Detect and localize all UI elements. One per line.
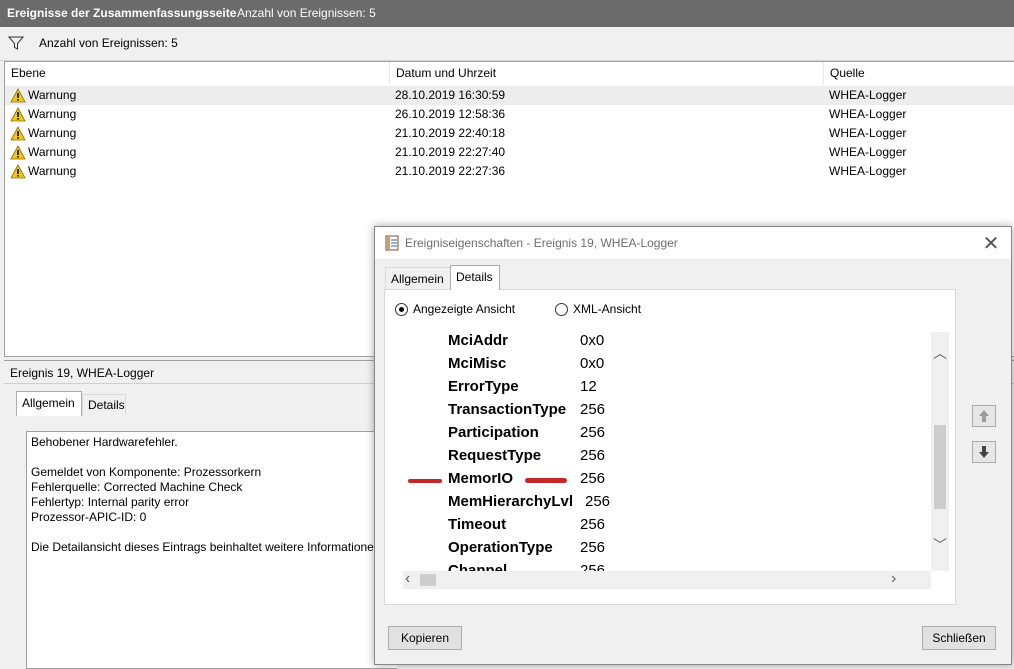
- row-level: Warnung: [28, 126, 77, 140]
- event-description: Behobener Hardwarefehler. Gemeldet von K…: [26, 431, 397, 669]
- row-datetime: 21.10.2019 22:27:40: [395, 145, 506, 159]
- warning-icon: [10, 126, 26, 141]
- scroll-down-icon[interactable]: ﹀: [933, 538, 947, 552]
- field-name: MemorIO: [448, 470, 514, 487]
- tab-general[interactable]: Allgemein: [16, 391, 82, 416]
- field-name: TransactionType: [448, 401, 567, 418]
- table-row[interactable]: Warnung 21.10.2019 22:27:40 WHEA-Logger: [5, 143, 1014, 162]
- table-row[interactable]: Warnung 26.10.2019 12:58:36 WHEA-Logger: [5, 105, 1014, 124]
- radio-friendly-label: Angezeigte Ansicht: [413, 302, 516, 316]
- dialog-tab-details[interactable]: Details: [450, 265, 500, 290]
- hscroll-thumb[interactable]: [420, 574, 436, 586]
- field-name: Participation: [448, 424, 539, 441]
- field-value: 12: [580, 378, 597, 395]
- scroll-left-icon[interactable]: ‹: [405, 571, 410, 587]
- arrow-down-icon: [979, 446, 989, 458]
- field-value: 0x0: [580, 332, 605, 349]
- summary-title-bar: Ereignisse der Zusammenfassungsseite Anz…: [0, 0, 1014, 27]
- table-row[interactable]: Warnung 21.10.2019 22:40:18 WHEA-Logger: [5, 124, 1014, 143]
- field-value: 256: [580, 447, 606, 464]
- details-field-grid: MciAddr 0x0 MciMisc 0x0 ErrorType 12 Transacti…: [403, 332, 931, 571]
- row-level: Warnung: [28, 107, 77, 121]
- field-name: OperationType: [448, 539, 553, 556]
- summary-event-count: Anzahl von Ereignissen: 5: [237, 6, 376, 20]
- next-event-button[interactable]: [972, 441, 996, 463]
- warning-icon: [10, 88, 26, 103]
- description-line: Fehlertyp: Internal parity error: [31, 495, 190, 509]
- description-line: Prozessor-APIC-ID: 0: [31, 510, 147, 524]
- row-source: WHEA-Logger: [829, 107, 907, 121]
- radio-button-selected[interactable]: [395, 303, 408, 316]
- arrow-up-icon: [979, 410, 989, 422]
- warning-icon: [10, 145, 26, 160]
- event-viewer-icon: [385, 235, 399, 251]
- row-source: WHEA-Logger: [829, 164, 907, 178]
- column-header-datetime[interactable]: Datum und Uhrzeit: [390, 62, 824, 84]
- table-row[interactable]: Warnung 21.10.2019 22:27:36 WHEA-Logger: [5, 162, 1014, 181]
- horizontal-scrollbar[interactable]: ‹ ›: [403, 571, 931, 589]
- previous-event-button[interactable]: [972, 405, 996, 427]
- close-button[interactable]: Schließen: [922, 626, 996, 650]
- field-name: MciAddr: [448, 332, 508, 349]
- description-line: Fehlerquelle: Corrected Machine Check: [31, 480, 243, 494]
- radio-xml-label: XML-Ansicht: [573, 302, 642, 316]
- field-value: 256: [580, 470, 606, 487]
- details-panel: Angezeigte Ansicht XML-Ansicht MciAddr 0x…: [384, 289, 956, 605]
- field-name: RequestType: [448, 447, 542, 464]
- event-detail-title: Ereignis 19, WHEA-Logger: [10, 366, 155, 380]
- field-value: 256: [580, 516, 606, 533]
- row-datetime: 21.10.2019 22:40:18: [395, 126, 506, 140]
- table-row[interactable]: Warnung 28.10.2019 16:30:59 WHEA-Logger: [5, 86, 1014, 105]
- row-source: WHEA-Logger: [829, 88, 907, 102]
- scroll-right-icon[interactable]: ›: [891, 571, 896, 587]
- dialog-tab-general[interactable]: Allgemein: [385, 267, 451, 289]
- field-value: 256: [580, 401, 606, 418]
- vertical-scrollbar[interactable]: ︿ ﹀: [931, 332, 949, 571]
- field-name: MciMisc: [448, 355, 507, 372]
- field-name: Timeout: [448, 516, 507, 533]
- field-name: MemHierarchyLvl: [448, 493, 574, 510]
- description-line: Behobener Hardwarefehler.: [31, 435, 178, 449]
- row-datetime: 28.10.2019 16:30:59: [395, 88, 506, 102]
- field-name: Channel: [448, 562, 508, 571]
- scroll-up-icon[interactable]: ︿: [933, 346, 947, 360]
- tab-details[interactable]: Details: [82, 394, 126, 415]
- row-level: Warnung: [28, 164, 77, 178]
- filter-count-text: Anzahl von Ereignissen: 5: [39, 36, 178, 50]
- field-name: ErrorType: [448, 378, 519, 395]
- row-datetime: 21.10.2019 22:27:36: [395, 164, 506, 178]
- summary-title: Ereignisse der Zusammenfassungsseite: [7, 6, 237, 20]
- description-line: Gemeldet von Komponente: Prozessorkern: [31, 465, 262, 479]
- close-icon[interactable]: ✕: [979, 231, 1003, 256]
- dialog-title: Ereigniseigenschaften - Ereignis 19, WHE…: [405, 236, 678, 250]
- annotation-underline: [408, 479, 442, 483]
- field-value: 256: [585, 493, 611, 510]
- field-value: 256: [580, 539, 606, 556]
- dialog-title-bar: Ereigniseigenschaften - Ereignis 19, WHE…: [375, 227, 1011, 259]
- warning-icon: [10, 164, 26, 179]
- scroll-thumb[interactable]: [934, 425, 946, 509]
- row-source: WHEA-Logger: [829, 126, 907, 140]
- column-header-source[interactable]: Quelle: [824, 62, 1014, 84]
- row-datetime: 26.10.2019 12:58:36: [395, 107, 506, 121]
- copy-button[interactable]: Kopieren: [388, 626, 462, 650]
- radio-button[interactable]: [555, 303, 568, 316]
- field-value: 256: [580, 424, 606, 441]
- field-value: 0x0: [580, 355, 605, 372]
- event-properties-dialog: Ereigniseigenschaften - Ereignis 19, WHE…: [374, 226, 1012, 665]
- annotation-underline: [525, 478, 567, 483]
- warning-icon: [10, 107, 26, 122]
- field-value: 256: [580, 562, 606, 571]
- row-level: Warnung: [28, 88, 77, 102]
- filter-icon[interactable]: [8, 35, 24, 51]
- filter-bar: Anzahl von Ereignissen: 5: [0, 27, 1014, 61]
- description-line: Die Detailansicht dieses Eintrags beinha…: [31, 540, 381, 554]
- row-level: Warnung: [28, 145, 77, 159]
- row-source: WHEA-Logger: [829, 145, 907, 159]
- column-header-level[interactable]: Ebene: [5, 62, 390, 84]
